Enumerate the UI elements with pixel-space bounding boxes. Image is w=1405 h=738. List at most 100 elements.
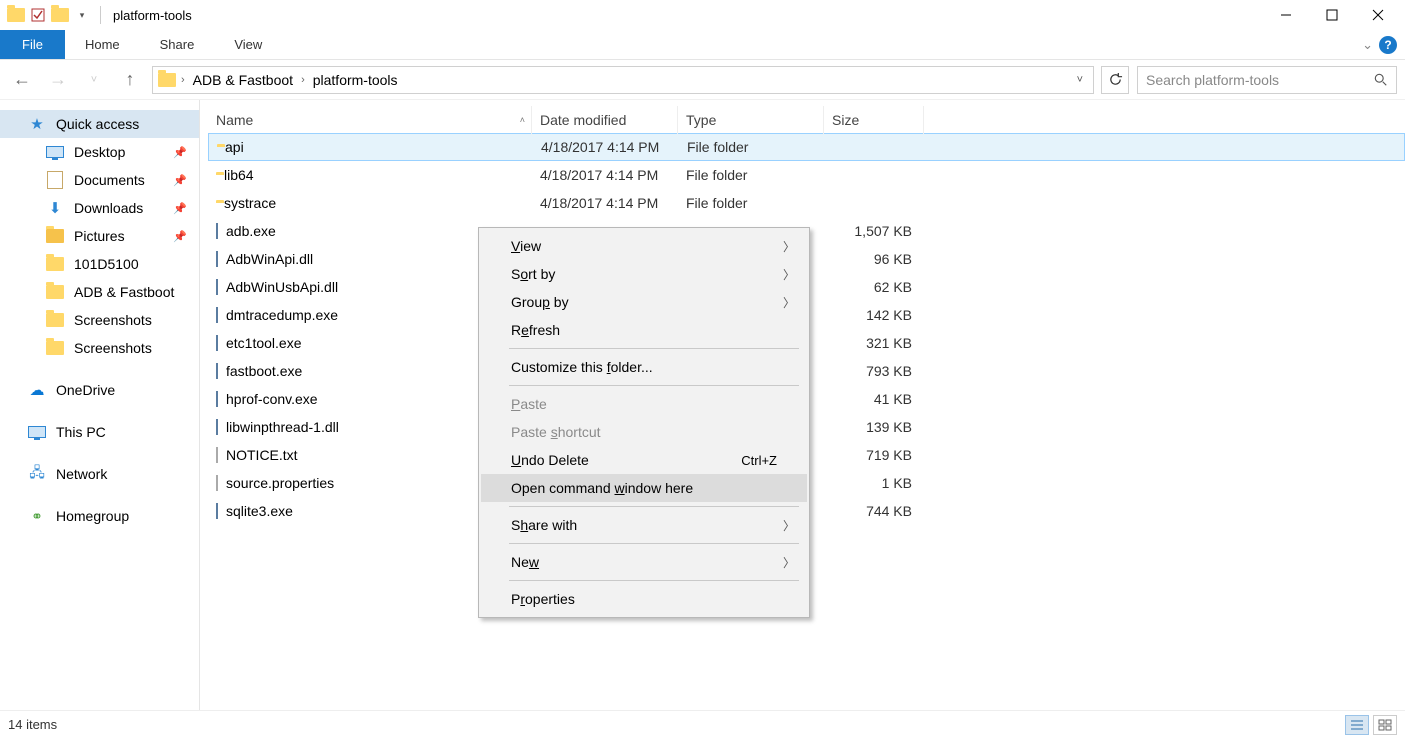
separator [509,506,799,507]
sidebar-item-label: Screenshots [74,312,152,328]
sidebar-item-label: Homegroup [56,508,129,524]
pictures-icon [46,227,64,245]
separator [509,348,799,349]
ribbon-tabs: File Home Share View ⌄ ? [0,30,1405,60]
ctx-view[interactable]: View〉 [481,232,807,260]
refresh-button[interactable] [1101,66,1129,94]
file-name: AdbWinApi.dll [226,251,313,267]
tab-home[interactable]: Home [65,30,140,59]
minimize-button[interactable] [1263,0,1309,30]
sidebar-item-homegroup[interactable]: ⚭ Homegroup [0,502,199,530]
pin-icon: 📌 [173,146,199,159]
maximize-button[interactable] [1309,0,1355,30]
exe-icon [216,363,218,379]
ctx-new[interactable]: New〉 [481,548,807,576]
sidebar-item[interactable]: ADB & Fastboot [0,278,199,306]
ctx-paste-shortcut[interactable]: Paste shortcut [481,418,807,446]
qat-dropdown-icon[interactable]: ▾ [72,5,92,25]
sidebar-item[interactable]: Pictures📌 [0,222,199,250]
star-icon: ★ [28,115,46,133]
sidebar-item[interactable]: 101D5100 [0,250,199,278]
breadcrumb-item[interactable]: platform-tools [309,70,402,90]
exe-icon [216,503,218,519]
back-button[interactable]: ← [8,66,36,94]
table-row[interactable]: api4/18/2017 4:14 PMFile folder [208,133,1405,161]
network-icon: 🖧 [28,465,46,483]
desktop-icon [46,143,64,161]
folder-icon [157,70,177,90]
ctx-refresh[interactable]: Refresh [481,316,807,344]
sidebar-item-label: Downloads [74,200,143,216]
ctx-share[interactable]: Share with〉 [481,511,807,539]
exe-icon [216,335,218,351]
sidebar-item-this-pc[interactable]: This PC [0,418,199,446]
sidebar-item[interactable]: Screenshots [0,334,199,362]
window-title: platform-tools [109,8,192,23]
sidebar-item-label: This PC [56,424,106,440]
forward-button[interactable]: → [44,66,72,94]
view-details-button[interactable] [1345,715,1369,735]
ctx-undo[interactable]: Undo DeleteCtrl+Z [481,446,807,474]
exe-icon [216,391,218,407]
sidebar-item-label: Quick access [56,116,139,132]
file-type: File folder [678,167,824,183]
address-bar[interactable]: › ADB & Fastboot › platform-tools ˅ [152,66,1094,94]
file-icon [216,419,218,435]
chevron-right-icon[interactable]: › [301,74,305,86]
new-folder-qat-icon[interactable] [50,5,70,25]
column-header-type[interactable]: Type [678,106,824,134]
search-input[interactable]: Search platform-tools [1137,66,1397,94]
column-header-date[interactable]: Date modified [532,106,678,134]
file-size: 139 KB [824,419,924,435]
sidebar-item[interactable]: ⬇Downloads📌 [0,194,199,222]
table-row[interactable]: systrace 4/18/2017 4:14 PMFile folder [208,189,1405,217]
column-label: Name [216,112,253,128]
table-row[interactable]: lib644/18/2017 4:14 PMFile folder [208,161,1405,189]
sidebar-item[interactable]: Screenshots [0,306,199,334]
ctx-paste[interactable]: Paste [481,390,807,418]
chevron-right-icon[interactable]: › [181,74,185,86]
file-date: 4/18/2017 4:14 PM [532,195,678,211]
folder-icon [46,311,64,329]
ctx-properties[interactable]: Properties [481,585,807,613]
file-name: dmtracedump.exe [226,307,338,323]
breadcrumb-item[interactable]: ADB & Fastboot [189,70,297,90]
ribbon-collapse-icon[interactable]: ⌄ [1362,37,1373,53]
ctx-sort[interactable]: Sort by〉 [481,260,807,288]
tab-share[interactable]: Share [140,30,215,59]
sort-indicator-icon: ˄ [520,115,525,125]
ctx-customize[interactable]: Customize this folder... [481,353,807,381]
file-name: hprof-conv.exe [226,391,318,407]
file-tab[interactable]: File [0,30,65,59]
file-name: systrace [224,195,276,211]
sidebar-item-network[interactable]: 🖧 Network [0,460,199,488]
help-icon[interactable]: ? [1379,36,1397,54]
column-header-name[interactable]: Name ˄ [208,106,532,134]
documents-icon [46,171,64,189]
chevron-right-icon: 〉 [783,266,795,283]
sidebar-item[interactable]: Desktop📌 [0,138,199,166]
column-header-size[interactable]: Size [824,106,924,134]
separator [509,580,799,581]
file-size: 321 KB [824,335,924,351]
navigation-bar: ← → ˅ ↑ › ADB & Fastboot › platform-tool… [0,60,1405,100]
properties-qat-icon[interactable] [28,5,48,25]
close-button[interactable] [1355,0,1401,30]
view-large-icons-button[interactable] [1373,715,1397,735]
ctx-group[interactable]: Group by〉 [481,288,807,316]
homegroup-icon: ⚭ [28,507,46,525]
pin-icon: 📌 [173,230,199,243]
sidebar-item-onedrive[interactable]: ☁ OneDrive [0,376,199,404]
tab-view[interactable]: View [214,30,282,59]
sidebar-item-quick-access[interactable]: ★ Quick access [0,110,199,138]
ctx-open-cmd-here[interactable]: Open command window here [481,474,807,502]
sidebar-item[interactable]: Documents📌 [0,166,199,194]
file-date: 4/18/2017 4:14 PM [532,167,678,183]
pin-icon: 📌 [173,202,199,215]
txt-icon [216,475,218,491]
recent-locations-button[interactable]: ˅ [80,66,108,94]
file-type: File folder [679,139,825,155]
up-button[interactable]: ↑ [116,66,144,94]
file-type: File folder [678,195,824,211]
address-dropdown-icon[interactable]: ˅ [1071,74,1089,86]
